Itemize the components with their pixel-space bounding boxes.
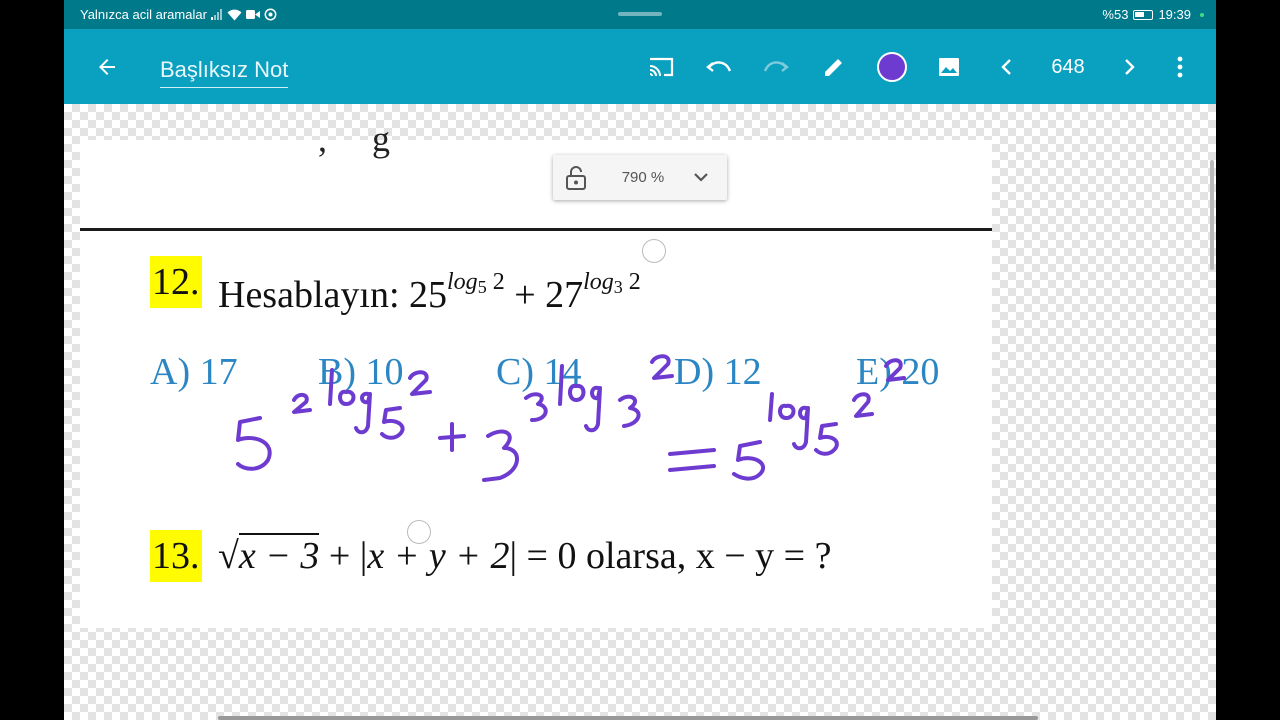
video-icon — [245, 10, 260, 19]
pen-icon[interactable] — [820, 53, 848, 81]
more-vert-icon[interactable] — [1166, 53, 1194, 81]
vertical-scrollbar[interactable] — [1210, 160, 1214, 270]
drag-handle[interactable] — [618, 12, 662, 16]
redo-icon[interactable] — [762, 53, 790, 81]
chevron-left-icon[interactable] — [993, 53, 1021, 81]
battery-icon — [1133, 9, 1154, 20]
left-letterbox — [0, 0, 64, 720]
battery-percent: %53 — [1102, 7, 1129, 22]
signal-icon — [210, 9, 222, 20]
horizontal-scrollbar[interactable] — [218, 716, 1038, 720]
back-arrow-icon[interactable] — [93, 53, 121, 81]
page-number: 648 — [1051, 56, 1085, 78]
zoom-value: 790 % — [621, 169, 665, 186]
camera-indicator-icon — [1200, 12, 1204, 17]
carrier-text: Yalnızca acil aramalar — [80, 7, 207, 22]
unlock-icon[interactable] — [565, 166, 587, 195]
note-canvas[interactable]: , g 12. Hesablayın: 25log5 2 + 27log3 2 … — [64, 104, 1216, 720]
wifi-icon — [227, 9, 242, 20]
whatsapp-icon — [264, 8, 277, 21]
clock: 19:39 — [1158, 7, 1191, 22]
pointer-indicator — [642, 239, 666, 263]
undo-icon[interactable] — [705, 53, 733, 81]
chevron-right-icon[interactable] — [1115, 53, 1143, 81]
pen-color-picker[interactable] — [877, 52, 907, 82]
right-letterbox — [1216, 0, 1280, 720]
note-title[interactable]: Başlıksız Not — [160, 57, 289, 88]
zoom-control[interactable]: 790 % — [553, 155, 727, 200]
status-bar: Yalnızca acil aramalar %53 19:39 — [64, 0, 1216, 29]
app-bar: Başlıksız Not 648 — [64, 29, 1216, 104]
chevron-down-icon[interactable] — [691, 167, 711, 192]
cast-icon[interactable] — [647, 53, 675, 81]
pointer-indicator — [407, 520, 431, 544]
image-icon[interactable] — [935, 53, 963, 81]
